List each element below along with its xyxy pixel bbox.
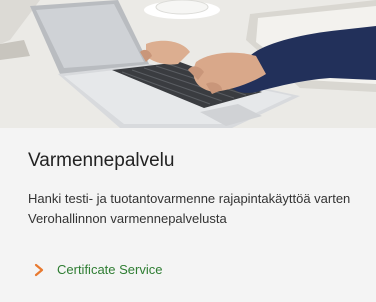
certificate-service-link[interactable]: Certificate Service (34, 262, 162, 277)
card-image (0, 0, 376, 128)
card-title: Varmennepalvelu (28, 150, 175, 171)
link-label: Certificate Service (57, 262, 163, 277)
service-card[interactable]: Varmennepalvelu Hanki testi- ja tuotanto… (0, 0, 376, 302)
laptop-typing-illustration (0, 0, 376, 128)
chevron-right-icon (34, 263, 44, 276)
card-description: Hanki testi- ja tuotantovarmenne rajapin… (28, 191, 351, 226)
card-content: Varmennepalvelu Hanki testi- ja tuotanto… (0, 128, 376, 302)
